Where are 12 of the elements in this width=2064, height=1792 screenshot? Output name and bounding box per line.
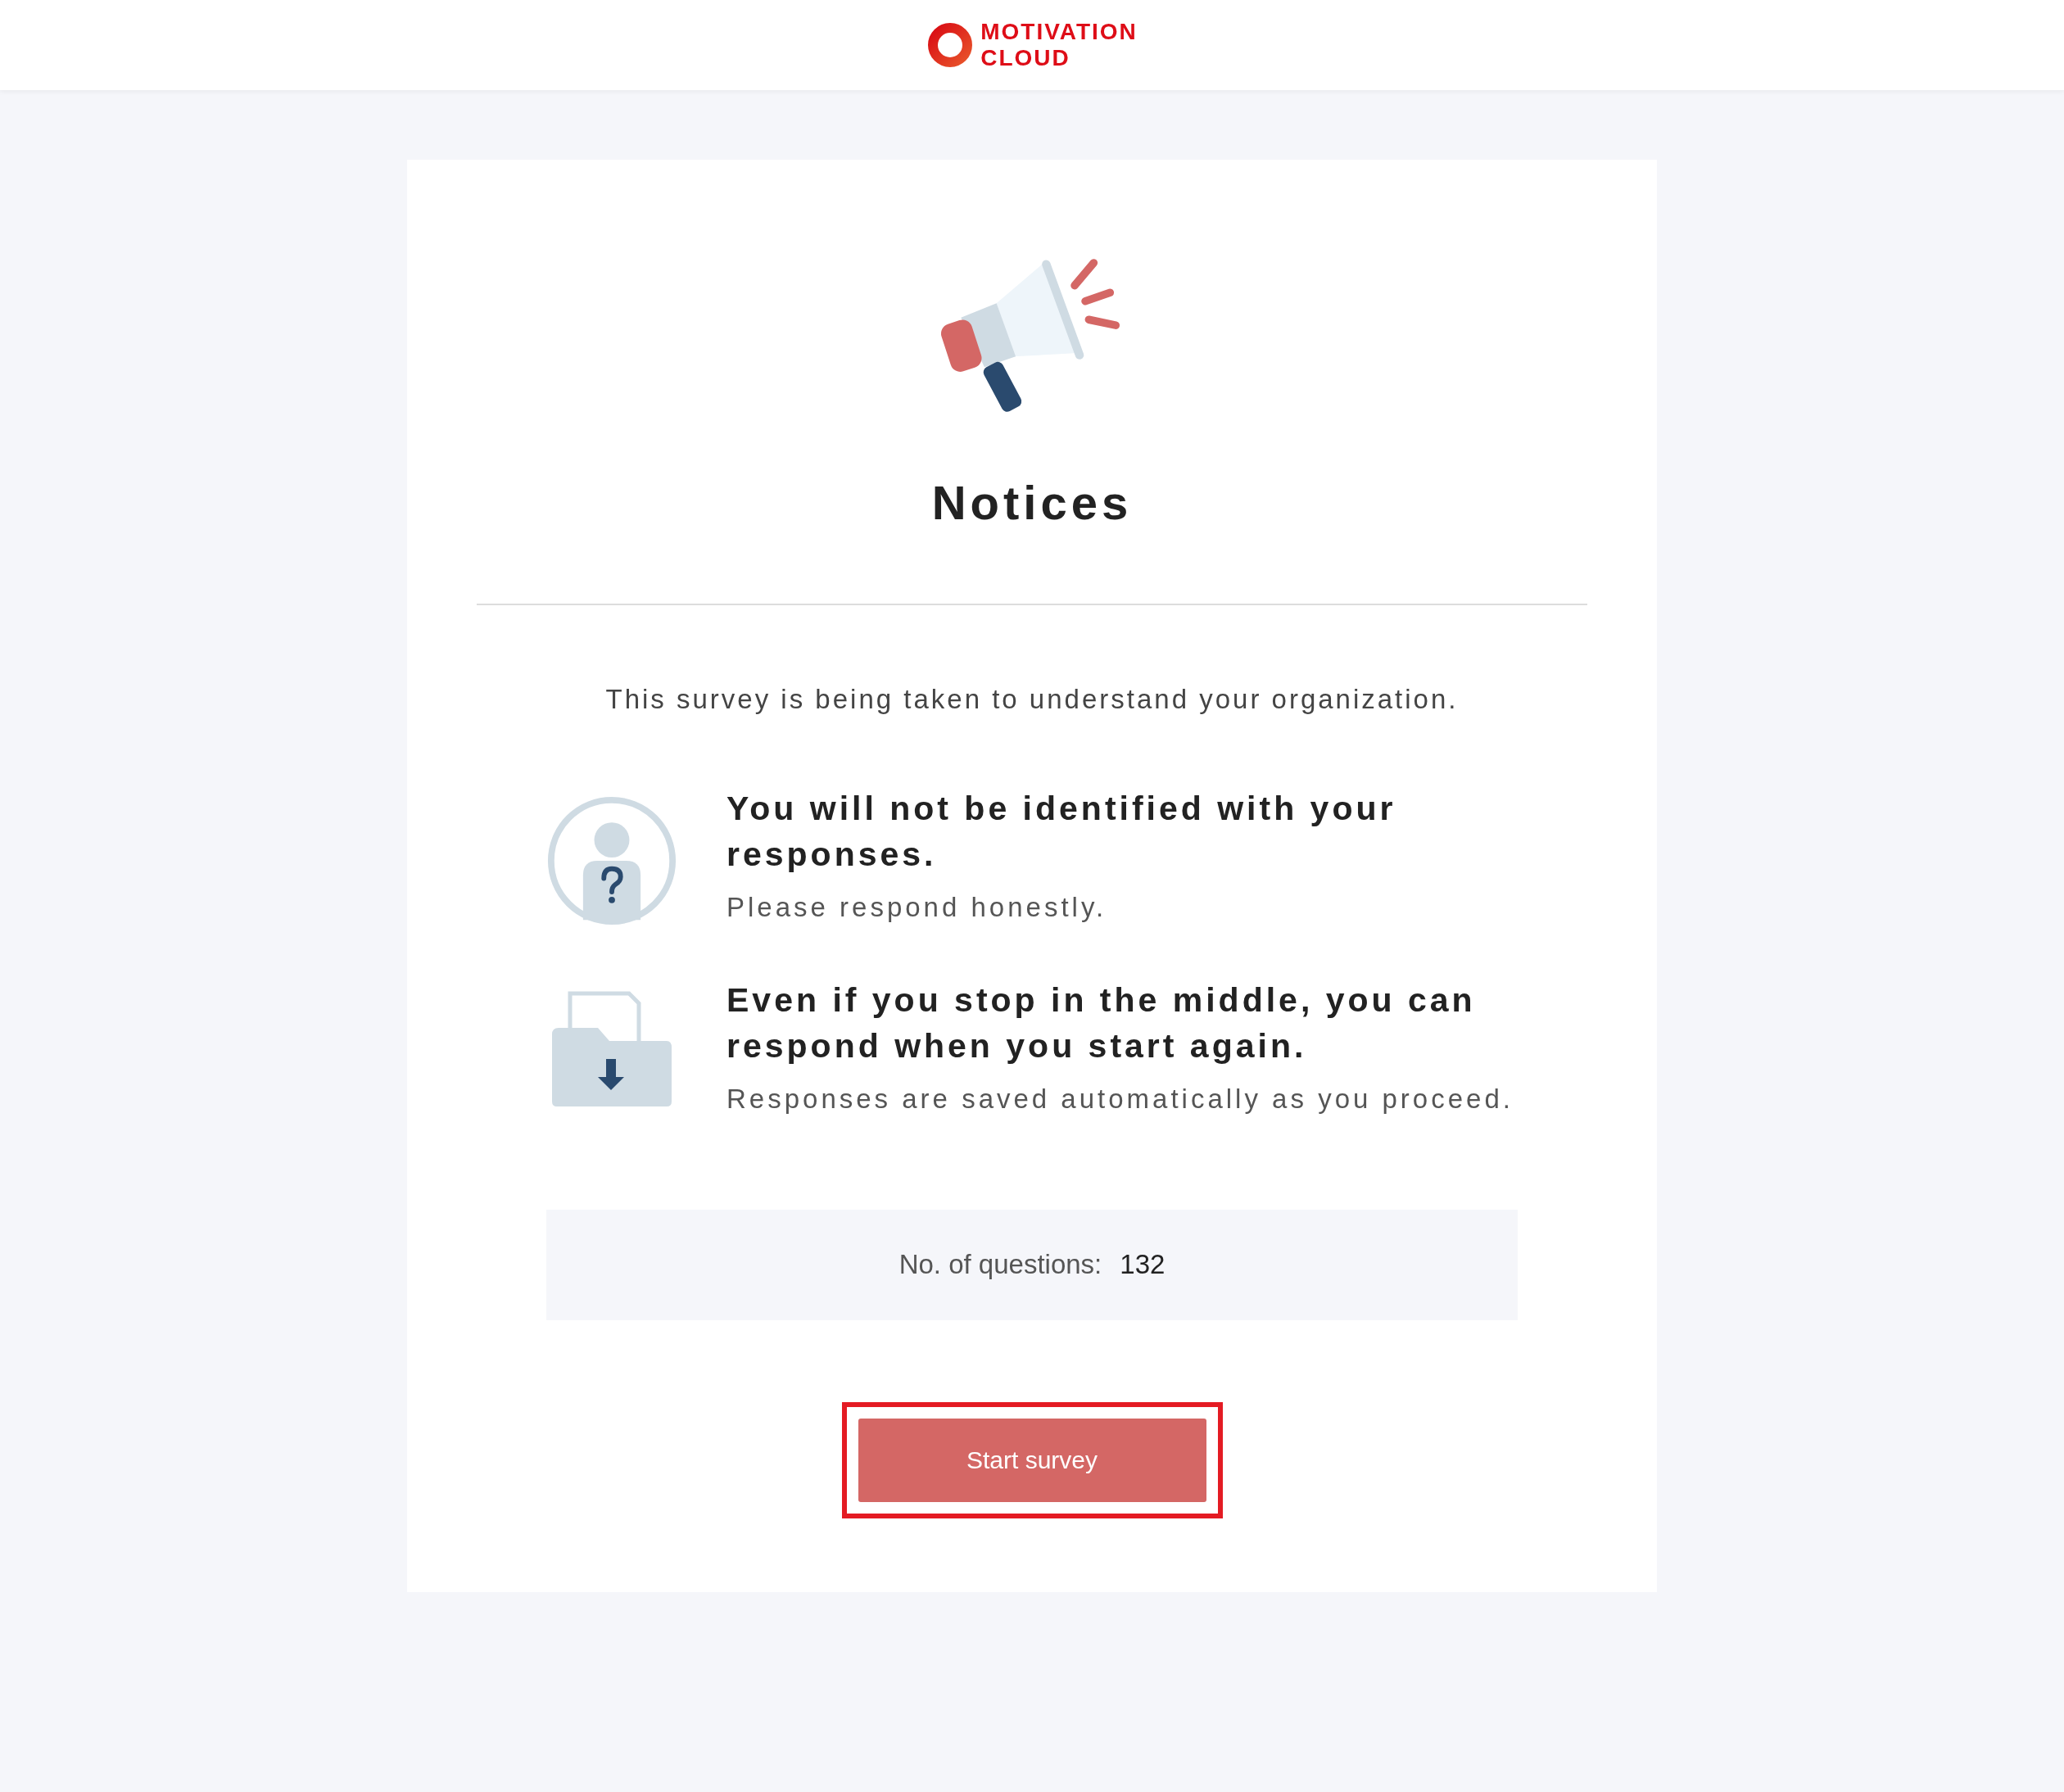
questions-label: No. of questions: [898,1248,1102,1282]
intro-text: This survey is being taken to understand your organization. [605,683,1459,716]
logo-text: MOTIVATION [980,19,1138,45]
notice-text: Responses are saved automatically as you proceed. [726,1082,1514,1115]
logo-ring-icon [926,21,975,69]
notice-heading: You will not be identified with your responses. [726,788,1397,875]
notice-text: Please respond honestly. [726,890,1108,924]
questions-count: 132 [1120,1248,1166,1282]
logo-text: CLOUD [980,45,1071,71]
card-title: Notices [931,475,1133,531]
start-survey-button[interactable]: Start survey [858,1418,1206,1502]
notice-heading: Even if you stop in the middle, you can respond when you start again. [726,980,1477,1066]
